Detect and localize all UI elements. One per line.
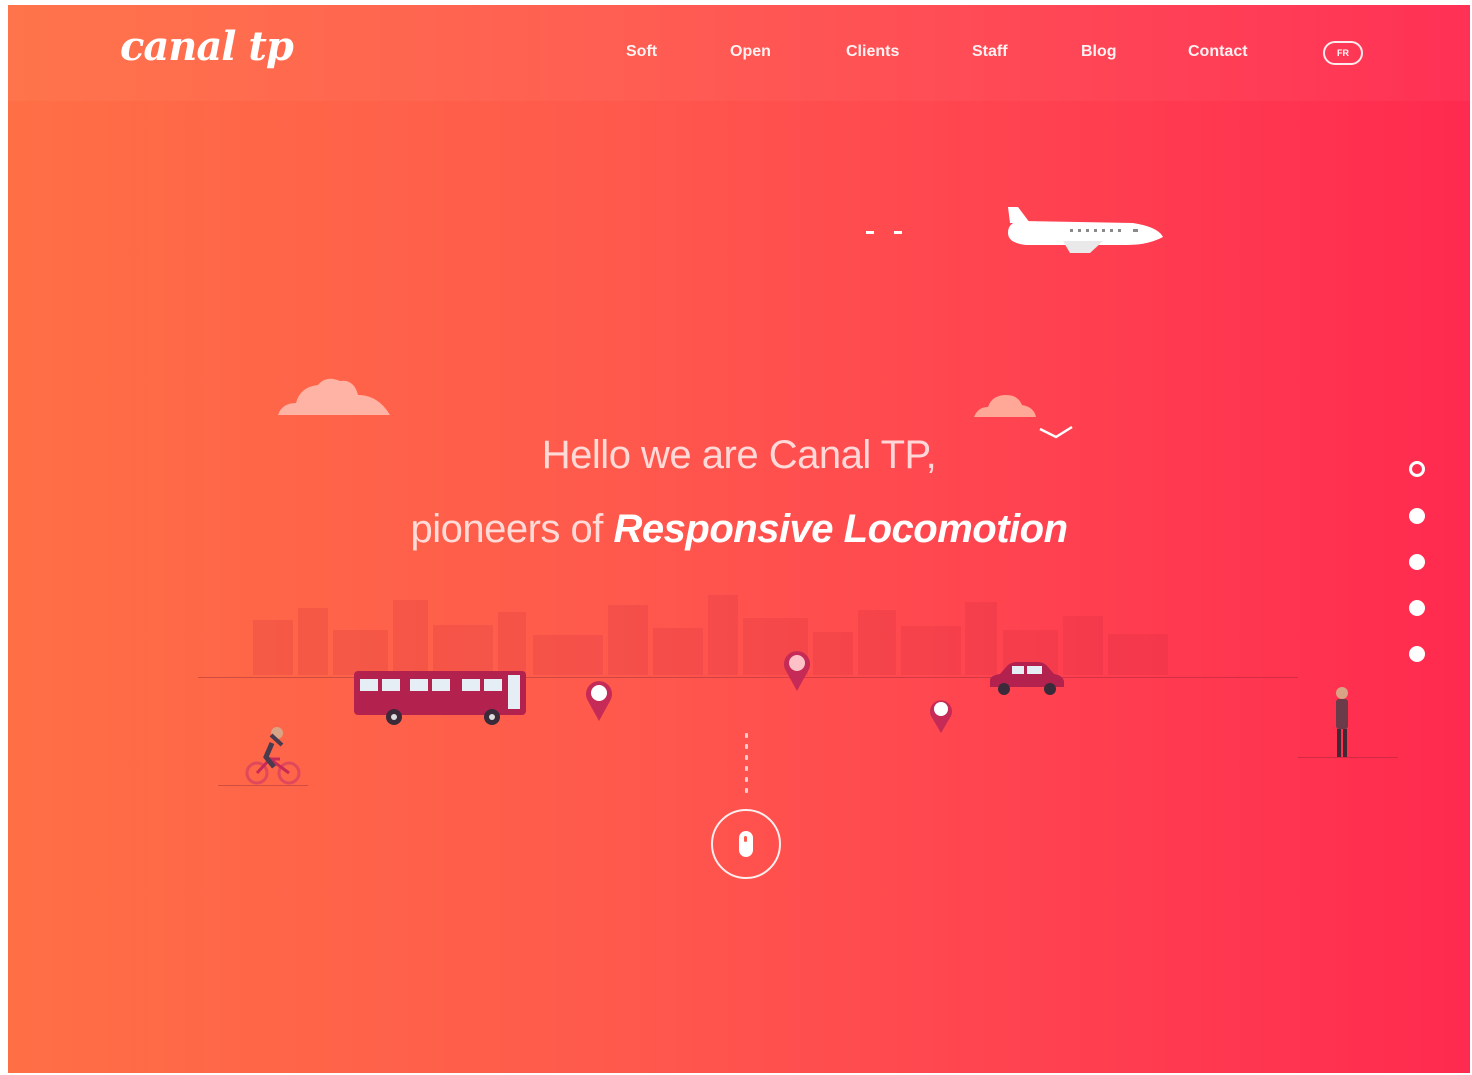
landing-page: canal tp Soft Open Clients Staff Blog Co… [8,5,1470,1073]
section-dot-3[interactable] [1409,554,1425,570]
section-nav [1406,461,1430,681]
cloud-icon [278,378,390,415]
hero-subtitle-accent: Responsive Locomotion [613,507,1069,551]
hero-subtitle: pioneers of Responsive Locomotion [8,507,1470,552]
section-dot-1[interactable] [1409,461,1425,477]
language-switch-button[interactable]: FR [1323,41,1363,65]
scroll-down-button[interactable] [711,809,781,879]
hero-subtitle-prefix: pioneers of [410,507,614,551]
section-dot-4[interactable] [1409,600,1425,616]
main-nav: Soft Open Clients Staff Blog Contact [8,43,1470,67]
section-dot-5[interactable] [1409,646,1425,662]
map-pin-icon [930,700,952,733]
map-pin-icon [784,651,810,691]
nav-item-soft[interactable]: Soft [626,43,657,61]
cloud-icon [974,395,1036,417]
nav-item-open[interactable]: Open [730,43,771,61]
section-dot-2[interactable] [1409,508,1425,524]
nav-item-clients[interactable]: Clients [846,43,899,61]
road-line [218,785,308,786]
cyclist-icon [245,727,301,785]
plane-icon [866,207,1163,253]
bus-icon [354,671,526,725]
mouse-icon [739,831,753,857]
site-header: canal tp Soft Open Clients Staff Blog Co… [8,5,1470,101]
map-pin-icon [586,681,612,721]
nav-item-contact[interactable]: Contact [1188,43,1248,61]
nav-item-staff[interactable]: Staff [972,43,1008,61]
pedestrian-icon [1336,687,1348,757]
car-icon [990,662,1064,695]
hero-title: Hello we are Canal TP, [541,433,937,477]
scroll-trail [745,733,748,803]
nav-item-blog[interactable]: Blog [1081,43,1117,61]
